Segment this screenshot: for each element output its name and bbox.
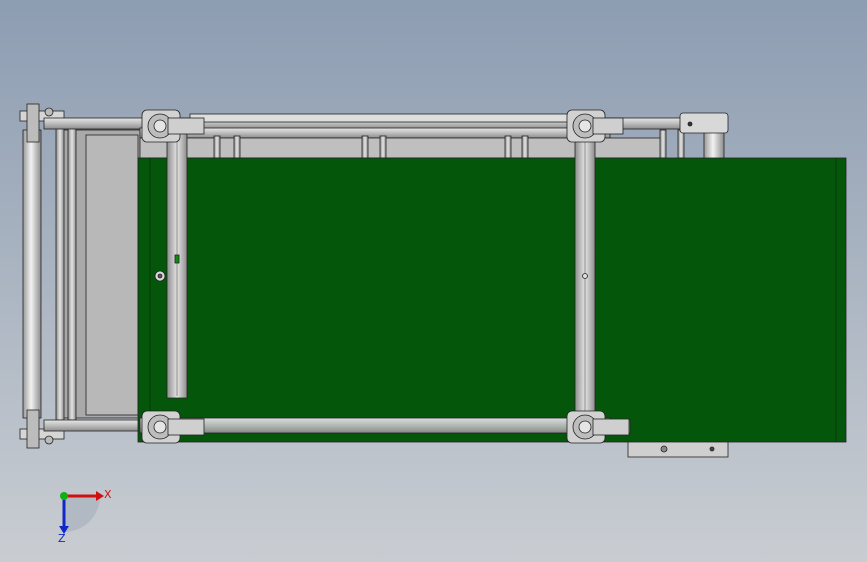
z-axis-label: Z <box>58 532 66 545</box>
rear-support-6 <box>521 135 529 159</box>
y-axis-dot-icon <box>60 492 68 500</box>
top-rail-cover <box>189 113 571 123</box>
rear-support-8 <box>677 129 685 159</box>
left-end-bolt-top <box>44 107 54 117</box>
right-roller-housing <box>679 112 729 134</box>
rear-frame-inner <box>85 134 139 416</box>
cad-viewport[interactable]: X Z <box>0 0 867 562</box>
left-roller <box>22 129 42 419</box>
side-rail-left-2 <box>67 119 77 421</box>
rear-support-4 <box>379 135 387 159</box>
right-roller <box>703 129 725 161</box>
left-bearing-bottom <box>26 409 40 449</box>
bottom-rail-outer <box>43 419 145 432</box>
rear-support-1 <box>213 135 221 159</box>
x-axis-label: X <box>104 488 112 501</box>
conveyor-model[interactable] <box>19 103 847 458</box>
left-end-bolt-bottom <box>44 435 54 445</box>
conveyor-belt[interactable] <box>137 157 847 443</box>
rear-support-3 <box>361 135 369 159</box>
cad-scene[interactable]: X Z <box>0 0 867 562</box>
front-rail <box>139 417 611 434</box>
right-crossbar-bolt <box>582 273 588 279</box>
rear-support-2 <box>233 135 241 159</box>
rear-support-7 <box>659 129 667 159</box>
left-bearing-top <box>26 103 40 143</box>
bottom-bracket-bolt <box>709 446 715 452</box>
top-rail-inner <box>139 127 611 139</box>
bottom-bracket-slot <box>660 445 668 453</box>
left-crossbar-clip <box>174 254 180 264</box>
right-housing-bolt <box>687 121 693 127</box>
tension-knob-center <box>157 273 163 279</box>
side-rail-left-1 <box>55 119 65 421</box>
rear-support-5 <box>504 135 512 159</box>
